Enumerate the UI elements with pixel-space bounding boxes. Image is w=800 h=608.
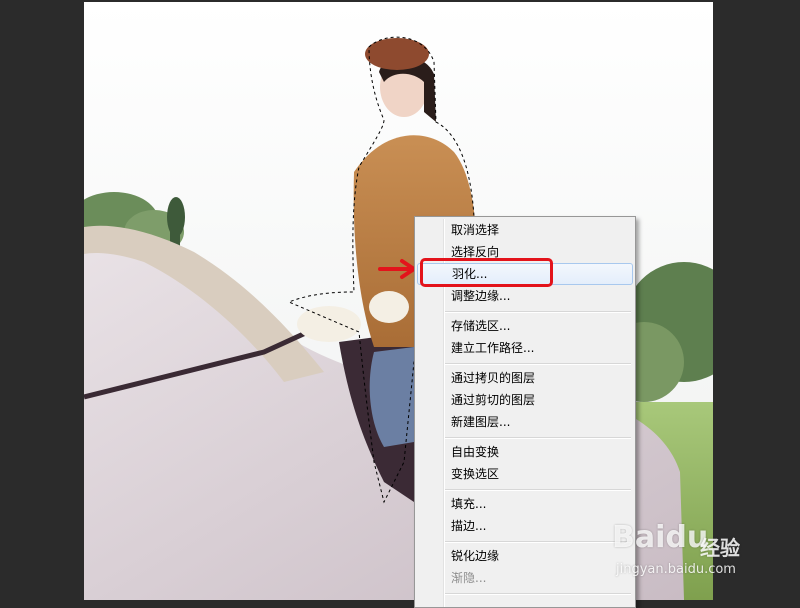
annotation-highlight-box [420, 258, 553, 287]
menu-separator [445, 593, 631, 595]
menu-item-layer-via-copy[interactable]: 通过拷贝的图层 [417, 367, 633, 389]
menu-separator [445, 489, 631, 491]
menu-item-new-layer[interactable]: 新建图层... [417, 411, 633, 433]
menu-item-stroke[interactable]: 描边... [417, 515, 633, 537]
menu-item-free-transform[interactable]: 自由变换 [417, 441, 633, 463]
menu-item-layer-via-cut[interactable]: 通过剪切的图层 [417, 389, 633, 411]
menu-item-deselect[interactable]: 取消选择 [417, 219, 633, 241]
menu-item-transform-selection[interactable]: 变换选区 [417, 463, 633, 485]
menu-separator [445, 311, 631, 313]
menu-item-make-work-path[interactable]: 建立工作路径... [417, 337, 633, 359]
watermark-text: 经验 [700, 536, 740, 560]
menu-item-sharpen-edges[interactable]: 锐化边缘 [417, 545, 633, 567]
rider-glove [297, 306, 361, 342]
menu-separator [445, 541, 631, 543]
menu-separator [445, 437, 631, 439]
baidu-logo: Baidu [612, 520, 709, 555]
menu-separator [445, 363, 631, 365]
menu-item-save-selection[interactable]: 存储选区... [417, 315, 633, 337]
menu-item-refine-edge[interactable]: 调整边缘... [417, 285, 633, 307]
menu-item-fade: 渐隐... [451, 571, 487, 585]
menu-item-fill[interactable]: 填充... [417, 493, 633, 515]
watermark-url: jingyan.baidu.com [616, 562, 736, 577]
